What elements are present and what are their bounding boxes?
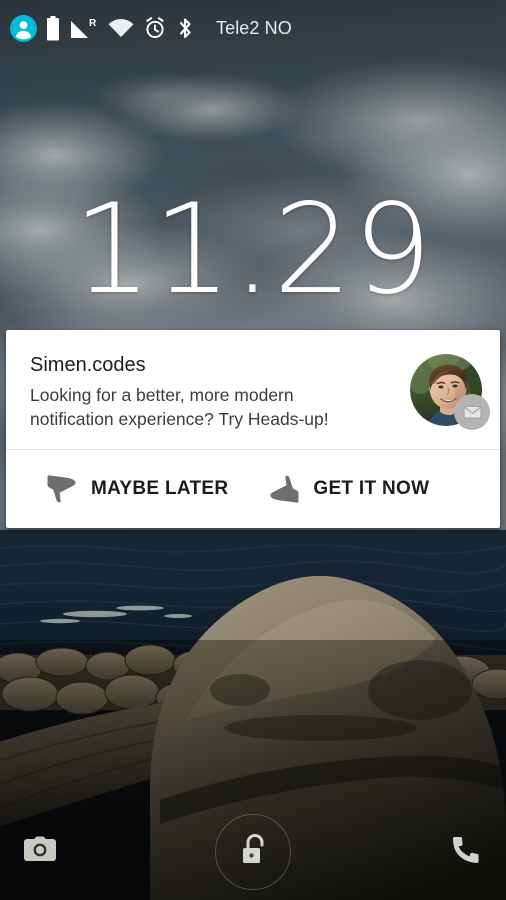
cell-signal-roaming-icon: R [69,16,99,41]
svg-text:R: R [89,18,97,29]
maybe-later-button[interactable]: MAYBE LATER [36,466,238,512]
notification-card[interactable]: Simen.codes Looking for a better, more m… [6,330,500,528]
wifi-icon [108,18,134,39]
battery-icon [46,15,60,41]
notification-text-block: Simen.codes Looking for a better, more m… [30,352,410,431]
lockscreen-shortcut-bar [0,804,506,900]
notification-app-title: Simen.codes [30,354,146,376]
phone-icon [451,835,481,870]
unlock-shortcut[interactable] [215,814,291,890]
carrier-label: Tele2 NO [216,17,292,38]
status-bar: R Tele2 NO [0,0,506,56]
thumb-down-icon [46,474,78,504]
notification-actions: MAYBE LATER GET IT NOW [6,450,500,528]
camera-icon [23,836,57,869]
alarm-icon [143,16,167,40]
maybe-later-label: MAYBE LATER [91,478,229,499]
notification-content[interactable]: Simen.codes Looking for a better, more m… [6,330,500,449]
thumb-up-icon [268,474,300,504]
camera-shortcut[interactable] [12,824,68,880]
account-icon [10,14,37,42]
bluetooth-icon [176,16,194,41]
notification-message: Looking for a better, more modern notifi… [30,385,329,429]
envelope-badge [454,394,490,430]
lockscreen-root: R Tele2 NO 11.29 Simen.codes Looking for… [0,0,506,900]
unlock-icon [236,831,270,874]
envelope-icon [463,405,481,419]
phone-shortcut[interactable] [438,824,494,880]
get-it-now-button[interactable]: GET IT NOW [258,466,439,512]
status-icon-group: R [10,14,194,42]
lockscreen-clock: 11.29 [73,178,433,322]
get-it-now-label: GET IT NOW [313,478,430,499]
notification-avatar-wrap [410,354,490,430]
